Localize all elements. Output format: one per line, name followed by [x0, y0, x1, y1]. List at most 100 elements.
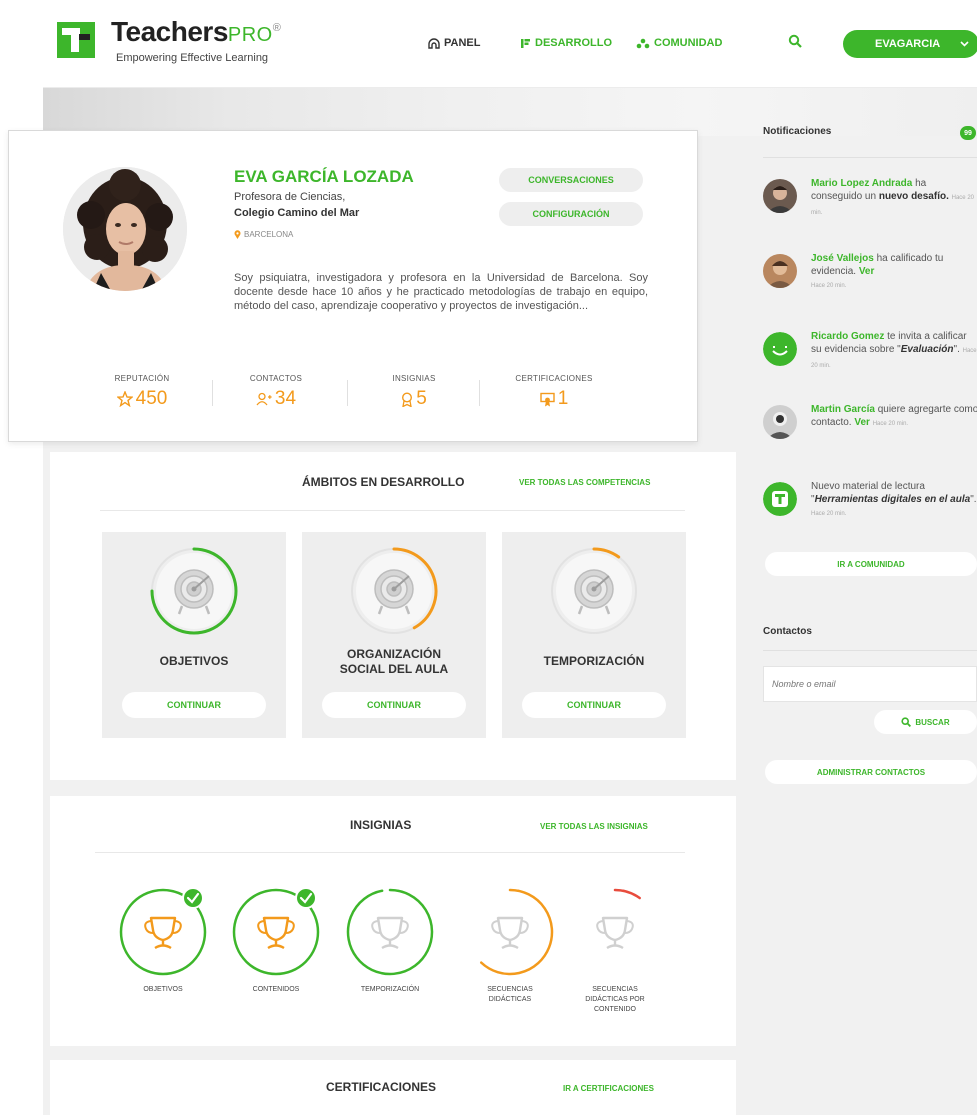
buscar-button[interactable]: BUSCAR: [874, 710, 977, 734]
nav-panel[interactable]: PANEL: [428, 37, 480, 49]
notification-text: José Vallejos ha calificado tu evidencia…: [811, 253, 944, 289]
stat-insignias-label: INSIGNIAS: [392, 374, 436, 383]
contact-search-input[interactable]: [763, 666, 977, 702]
notification-user: Mario Lopez Andrada: [811, 178, 913, 189]
notification-time: Hace 20 min.: [811, 283, 847, 289]
ambito-title: TEMPORIZACIÓN: [543, 654, 645, 668]
notification-time: Hace 20 min.: [872, 421, 909, 427]
ver-competencias-link[interactable]: VER TODAS LAS COMPETENCIAS: [519, 478, 650, 487]
stat-insignias[interactable]: INSIGNIAS 5: [369, 374, 459, 410]
teacherspro-icon: [763, 482, 797, 516]
notification-text: Ricardo Gomez te invita a calificar su e…: [811, 331, 977, 369]
location-pin-icon: [234, 230, 241, 239]
insignia-ring: [119, 887, 207, 976]
stat-certificaciones-label: CERTIFICACIONES: [515, 374, 593, 383]
profile-photo: [63, 167, 187, 291]
ambito-card: OBJETIVOS CONTINUAR: [102, 532, 286, 738]
ver-insignias-link[interactable]: VER TODAS LAS INSIGNIAS: [540, 822, 648, 831]
administrar-contactos-button[interactable]: ADMINISTRAR CONTACTOS: [765, 760, 977, 784]
insignias-title: INSIGNIAS: [350, 818, 412, 832]
section-divider: [95, 852, 685, 853]
insignia-progress-arc: [346, 888, 434, 976]
teacherspro-logo-icon[interactable]: [57, 22, 95, 58]
insignia-item[interactable]: SECUENCIAS DIDÁCTICAS POR CONTENIDO: [565, 884, 665, 1015]
logo-tagline: Empowering Effective Learning: [116, 52, 269, 64]
nav-comunidad[interactable]: COMUNIDAD: [636, 37, 722, 49]
notifications-count-badge: 99: [960, 126, 976, 140]
ambito-title: OBJETIVOS: [159, 654, 229, 668]
conversaciones-button[interactable]: CONVERSACIONES: [499, 168, 643, 192]
insignia-ring: [346, 888, 434, 976]
notification-user: José Vallejos: [811, 253, 874, 264]
insignia-ring: [596, 888, 641, 950]
stat-reputacion-label: REPUTACIÓN: [114, 374, 170, 383]
stat-divider: [347, 380, 348, 406]
ambitos-title: ÁMBITOS EN DESARROLLO: [302, 475, 465, 489]
insignia-item[interactable]: SECUENCIAS DIDÁCTICAS: [460, 884, 560, 1005]
profile-bio: Soy psiquiatra, investigadora y profesor…: [234, 272, 648, 312]
smile-icon: [763, 332, 797, 366]
notification-user: Ricardo Gomez: [811, 331, 885, 342]
check-icon: [182, 887, 204, 909]
continuar-button[interactable]: CONTINUAR: [522, 692, 666, 718]
chevron-down-icon: [960, 41, 969, 47]
trophy-icon: [596, 916, 634, 950]
search-button[interactable]: [788, 34, 802, 48]
profile-avatar: [63, 167, 187, 291]
insignia-item[interactable]: TEMPORIZACIÓN: [340, 884, 440, 995]
logo-registered: ®: [272, 22, 281, 34]
notifications-title: Notificaciones: [763, 126, 832, 137]
stat-reputacion: REPUTACIÓN 450: [97, 374, 187, 410]
target-icon: [174, 569, 214, 615]
insignia-progress-arc: [613, 888, 641, 900]
notification-text: Nuevo material de lectura "Herramientas …: [811, 481, 977, 517]
continuar-button[interactable]: CONTINUAR: [322, 692, 466, 718]
insignia-ring: [232, 887, 320, 976]
user-avatar: [763, 254, 797, 288]
star-icon: [116, 391, 133, 407]
stat-contactos-label: CONTACTOS: [249, 374, 303, 383]
insignia-label: TEMPORIZACIÓN: [360, 986, 420, 993]
profile-city: BARCELONA: [244, 230, 294, 239]
target-icon: [374, 569, 414, 615]
insignia-item[interactable]: OBJETIVOS: [113, 884, 213, 995]
desarrollo-icon: [521, 38, 530, 48]
ambito-card: ORGANIZACIÓN SOCIAL DEL AULA CONTINUAR: [302, 532, 486, 738]
search-icon: [901, 717, 912, 727]
section-divider: [763, 650, 977, 651]
insignia-item[interactable]: CONTENIDOS: [226, 884, 326, 995]
stat-reputacion-value: 450: [135, 388, 168, 409]
user-avatar: [763, 405, 797, 439]
insignia-progress-arc: [479, 888, 554, 976]
notification-text: Martin García quiere agregarte como cont…: [811, 404, 977, 428]
nav-desarrollo[interactable]: DESARROLLO: [520, 37, 612, 49]
progress-ring: [150, 547, 238, 635]
configuracion-button[interactable]: CONFIGURACIÓN: [499, 202, 643, 226]
target-icon: [574, 569, 614, 615]
user-menu-button[interactable]: EVAGARCIA: [843, 30, 977, 58]
trophy-icon: [144, 916, 182, 950]
ambito-card: TEMPORIZACIÓN CONTINUAR: [502, 532, 686, 738]
insignia-ring: [479, 888, 554, 976]
notification-user: Martin García: [811, 404, 875, 415]
insignia-label: SECUENCIAS DIDÁCTICAS: [487, 986, 533, 1003]
insignia-label: OBJETIVOS: [143, 986, 183, 993]
ir-comunidad-button[interactable]: IR A COMUNIDAD: [765, 552, 977, 576]
contacts-title: Contactos: [763, 626, 812, 637]
stat-certificaciones-value: 1: [557, 388, 569, 409]
top-header: TeachersPRO® Empowering Effective Learni…: [43, 0, 977, 88]
continuar-button[interactable]: CONTINUAR: [122, 692, 266, 718]
insignia-label: SECUENCIAS DIDÁCTICAS POR CONTENIDO: [585, 986, 645, 1013]
ir-certificaciones-link[interactable]: IR A CERTIFICACIONES: [563, 1084, 654, 1093]
progress-ring: [351, 547, 438, 634]
user-menu-label: EVAGARCIA: [875, 38, 941, 50]
badge-icon: [402, 391, 413, 407]
stat-insignias-value: 5: [416, 388, 427, 409]
check-icon: [295, 887, 317, 909]
stat-divider: [212, 380, 213, 406]
stat-certificaciones[interactable]: CERTIFICACIONES 1: [499, 374, 609, 410]
stat-contactos-value: 34: [274, 388, 297, 409]
certificaciones-title: CERTIFICACIONES: [326, 1080, 437, 1094]
notification-time: Hace 20 min.: [811, 511, 847, 517]
stat-contactos[interactable]: CONTACTOS 34: [231, 374, 321, 410]
